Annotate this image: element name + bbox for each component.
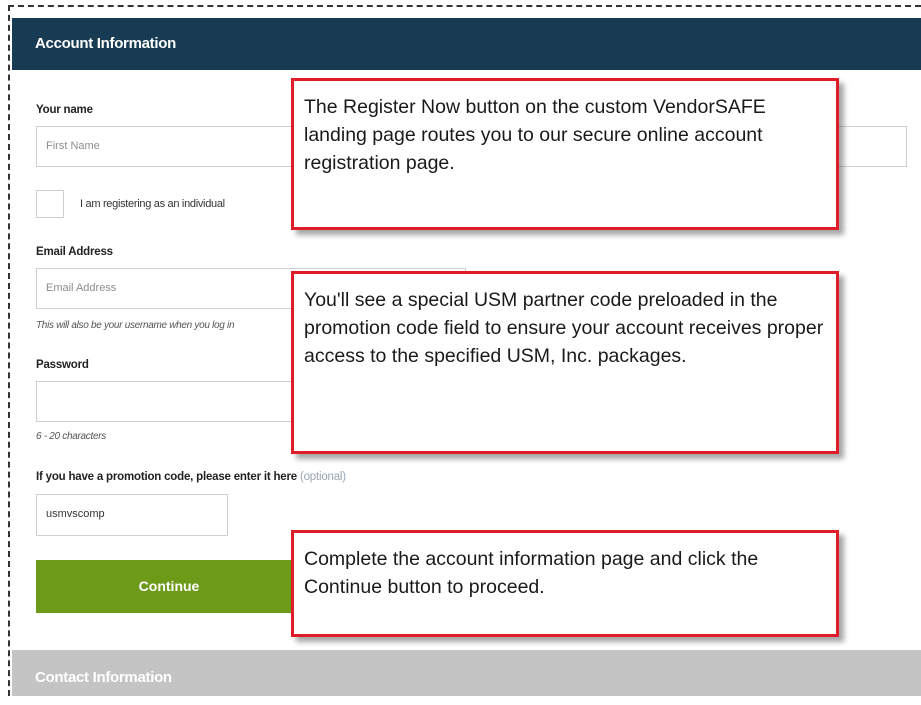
callout-register-now: The Register Now button on the custom Ve… [291,78,839,230]
promo-optional-text: (optional) [299,471,346,483]
account-information-header: Account Information [12,18,921,70]
promo-code-label: If you have a promotion code, please ent… [36,471,346,483]
password-input[interactable] [36,381,296,422]
password-label: Password [36,359,89,371]
password-hint: 6 - 20 characters [36,431,106,442]
promo-code-input[interactable]: usmvscomp [36,494,228,536]
individual-checkbox[interactable] [36,190,64,218]
your-name-label: Your name [36,104,93,116]
continue-button[interactable]: Continue [36,560,302,613]
callout-continue: Complete the account information page an… [291,530,839,637]
individual-checkbox-label: I am registering as an individual [80,198,225,210]
first-name-input[interactable]: First Name [36,126,296,167]
email-hint: This will also be your username when you… [36,320,235,331]
promo-code-label-text: If you have a promotion code, please ent… [36,471,297,483]
callout-partner-code: You'll see a special USM partner code pr… [291,271,839,454]
email-address-label: Email Address [36,246,113,258]
contact-information-header[interactable]: Contact Information [12,650,921,696]
